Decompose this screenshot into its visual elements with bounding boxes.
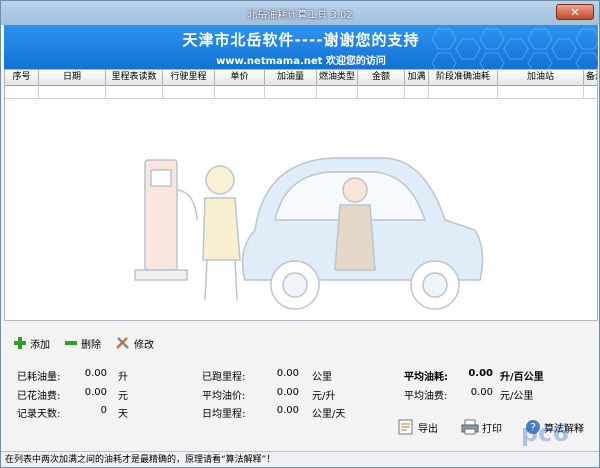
record-days-unit: 天 [118, 409, 128, 420]
spent-fuel-unit: 元 [118, 391, 128, 402]
add-button[interactable]: 添加 [13, 335, 50, 351]
spent-fuel-label: 已花油费: [17, 391, 61, 402]
delete-button[interactable]: 删除 [64, 335, 101, 351]
consumed-fuel-unit: 升 [118, 372, 128, 383]
export-label: 导出 [418, 423, 438, 435]
export-doc-icon [398, 419, 413, 435]
print-button[interactable]: 打印 [461, 419, 502, 435]
avg-cost-label: 平均油费: [404, 391, 448, 402]
col-header-amount[interactable]: 金额 [358, 70, 405, 85]
title-bar: 北岳油耗计算工具 3.02 ✕ [1, 1, 599, 25]
consumed-fuel-label: 已耗油量: [17, 372, 61, 383]
printer-icon [461, 419, 479, 435]
record-toolbar: 添加 删除 修改 [13, 335, 168, 351]
col-header-trip-mileage[interactable]: 行驶里程 [163, 70, 215, 85]
avg-price-unit: 元/升 [312, 391, 336, 402]
run-mileage-unit: 公里 [312, 372, 332, 383]
watermark-logo: pc6 [505, 413, 585, 453]
app-window: 北岳油耗计算工具 3.02 ✕ 天津市北岳软件----谢谢您的支持 www.ne… [0, 0, 600, 468]
avg-price-label: 平均油价: [202, 391, 246, 402]
banner: 天津市北岳软件----谢谢您的支持 www.netmama.net 欢迎您的访问 [4, 25, 598, 69]
plus-icon [14, 337, 26, 349]
avg-price-value: 0.00 [276, 387, 299, 398]
daily-mileage-unit: 公里/天 [312, 409, 346, 420]
col-header-unit-price[interactable]: 单价 [215, 70, 265, 85]
records-grid[interactable]: 序号 日期 里程表读数 行驶里程 单价 加油量 燃油类型 金额 加满 阶段准确油… [4, 69, 598, 321]
col-header-note[interactable]: 备注 [584, 70, 597, 85]
car-refuel-illustration-icon [134, 157, 484, 310]
avg-cost-value: 0.00 [470, 387, 493, 398]
export-button[interactable]: 导出 [397, 419, 438, 435]
status-bar: 在列表中两次加满之间的油耗才是最精确的，原理请看“算法解释”！ [1, 451, 599, 467]
col-header-full[interactable]: 加满 [405, 70, 429, 85]
avg-cost-unit: 元/公里 [500, 391, 534, 402]
col-header-fuel-amount[interactable]: 加油量 [265, 70, 317, 85]
avg-consumption-unit: 升/百公里 [500, 372, 544, 383]
daily-mileage-value: 0.00 [276, 405, 299, 416]
col-header-fuel-type[interactable]: 燃油类型 [317, 70, 358, 85]
tools-icon [116, 337, 129, 349]
col-header-station[interactable]: 加油站 [498, 70, 584, 85]
delete-label: 删除 [81, 339, 101, 351]
minus-icon [65, 341, 77, 345]
window-title: 北岳油耗计算工具 3.02 [247, 10, 353, 21]
run-mileage-value: 0.00 [276, 368, 299, 379]
avg-consumption-value: 0.00 [468, 368, 493, 379]
svg-text:pc6: pc6 [521, 419, 569, 447]
avg-consumption-label: 平均油耗: [404, 372, 448, 383]
col-header-date[interactable]: 日期 [39, 70, 106, 85]
edit-button[interactable]: 修改 [115, 335, 154, 351]
col-header-odometer[interactable]: 里程表读数 [106, 70, 163, 85]
edit-label: 修改 [134, 339, 154, 351]
grid-header: 序号 日期 里程表读数 行驶里程 单价 加油量 燃油类型 金额 加满 阶段准确油… [5, 70, 597, 86]
record-days-value: 0 [100, 405, 107, 416]
record-days-label: 记录天数: [17, 409, 61, 420]
close-button[interactable]: ✕ [556, 4, 594, 20]
run-mileage-label: 已跑里程: [202, 372, 246, 383]
table-row[interactable] [5, 85, 597, 99]
add-label: 添加 [30, 339, 50, 351]
daily-mileage-label: 日均里程: [202, 409, 246, 420]
banner-subtitle: www.netmama.net 欢迎您的访问 [216, 56, 386, 67]
col-header-stage-consumption[interactable]: 阶段准确油耗 [429, 70, 498, 85]
banner-title: 天津市北岳软件----谢谢您的支持 [182, 31, 420, 49]
col-header-index[interactable]: 序号 [5, 70, 39, 85]
print-label: 打印 [482, 423, 502, 435]
spent-fuel-value: 0.00 [84, 387, 107, 398]
consumed-fuel-value: 0.00 [84, 368, 107, 379]
